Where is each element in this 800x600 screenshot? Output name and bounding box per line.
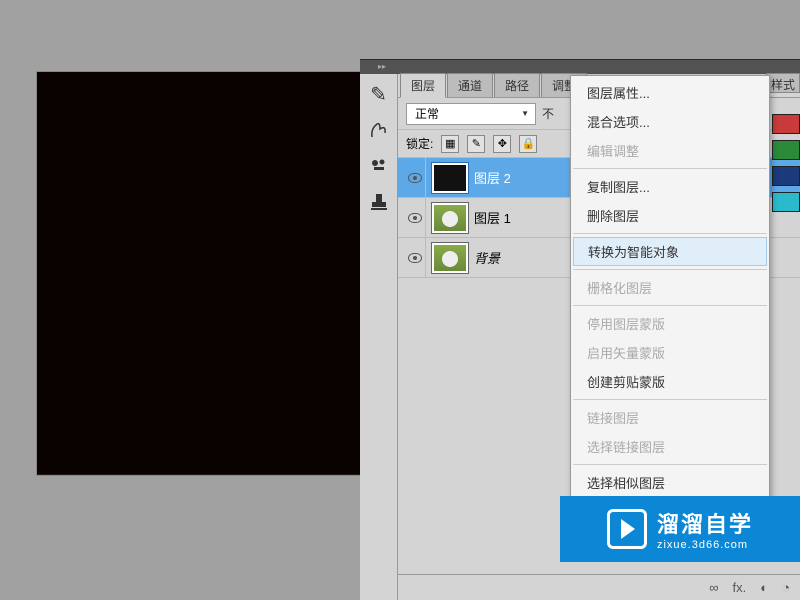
tab-layers[interactable]: 图层	[400, 73, 446, 98]
menu-duplicate-layer[interactable]: 复制图层...	[571, 172, 769, 201]
swatch-green[interactable]	[772, 140, 800, 160]
blend-mode-select[interactable]: 正常	[406, 103, 536, 125]
menu-separator	[573, 399, 767, 400]
stamp-icon[interactable]	[365, 188, 393, 216]
lock-position-icon[interactable]: ✥	[493, 135, 511, 153]
link-icon[interactable]: ∞	[709, 580, 718, 595]
tab-paths[interactable]: 路径	[494, 73, 540, 97]
fx-icon[interactable]: fx.	[733, 580, 747, 595]
swatch-cyan[interactable]	[772, 192, 800, 212]
menu-delete-layer[interactable]: 删除图层	[571, 201, 769, 230]
brush-icon[interactable]	[365, 116, 393, 144]
layer-name-label[interactable]: 背景	[474, 248, 500, 267]
menu-layer-properties[interactable]: 图层属性...	[571, 78, 769, 107]
lock-label: 锁定:	[406, 135, 433, 152]
swatch-blue[interactable]	[772, 166, 800, 186]
menu-separator	[573, 233, 767, 234]
menu-blend-options[interactable]: 混合选项...	[571, 107, 769, 136]
tool-column: ✎	[360, 74, 398, 600]
layer-thumbnail[interactable]	[432, 163, 468, 193]
opacity-label: 不	[542, 105, 554, 122]
color-swatch-strip	[772, 108, 800, 212]
menu-rasterize: 栅格化图层	[571, 273, 769, 302]
menu-convert-smart-object[interactable]: 转换为智能对象	[573, 237, 767, 266]
menu-link-layers: 链接图层	[571, 403, 769, 432]
layer-name-label[interactable]: 图层 1	[474, 208, 511, 227]
menu-create-clipping-mask[interactable]: 创建剪贴蒙版	[571, 367, 769, 396]
menu-select-similar[interactable]: 选择相似图层	[571, 468, 769, 497]
collapse-triangle-icon: ▸▸	[378, 62, 386, 71]
layer-context-menu: 图层属性... 混合选项... 编辑调整 复制图层... 删除图层 转换为智能对…	[570, 75, 770, 536]
pencil-icon[interactable]: ✎	[365, 80, 393, 108]
panel-grip[interactable]: ▸▸	[360, 60, 800, 72]
adjustment-icon[interactable]: ◔	[782, 580, 790, 595]
visibility-toggle[interactable]	[404, 238, 426, 277]
menu-disable-layer-mask: 停用图层蒙版	[571, 309, 769, 338]
layer-name-label[interactable]: 图层 2	[474, 168, 511, 187]
mask-icon[interactable]: ◐	[760, 580, 768, 595]
menu-separator	[573, 305, 767, 306]
lock-transparency-icon[interactable]: ▦	[441, 135, 459, 153]
layer-thumbnail[interactable]	[432, 203, 468, 233]
swatch-red[interactable]	[772, 114, 800, 134]
menu-separator	[573, 464, 767, 465]
watermark-text: 溜溜自学 zixue.3d66.com	[657, 507, 753, 551]
menu-edit-adjustment: 编辑调整	[571, 136, 769, 165]
watermark-subtitle: zixue.3d66.com	[657, 539, 753, 551]
tab-styles[interactable]: 样式	[766, 73, 800, 93]
lock-pixels-icon[interactable]: ✎	[467, 135, 485, 153]
watermark-badge: 溜溜自学 zixue.3d66.com	[560, 496, 800, 562]
eye-icon	[408, 173, 422, 183]
menu-select-linked: 选择链接图层	[571, 432, 769, 461]
visibility-toggle[interactable]	[404, 158, 426, 197]
menu-separator	[573, 269, 767, 270]
play-icon	[607, 509, 647, 549]
eye-icon	[408, 253, 422, 263]
layer-thumbnail[interactable]	[432, 243, 468, 273]
menu-separator	[573, 168, 767, 169]
tool-3-icon[interactable]	[365, 152, 393, 180]
layers-footer: ∞ fx. ◐ ◔	[398, 574, 800, 600]
lock-all-icon[interactable]: 🔒	[519, 135, 537, 153]
menu-enable-vector-mask: 启用矢量蒙版	[571, 338, 769, 367]
eye-icon	[408, 213, 422, 223]
visibility-toggle[interactable]	[404, 198, 426, 237]
tab-channels[interactable]: 通道	[447, 73, 493, 97]
document-canvas[interactable]	[36, 71, 362, 476]
watermark-title: 溜溜自学	[657, 507, 753, 539]
